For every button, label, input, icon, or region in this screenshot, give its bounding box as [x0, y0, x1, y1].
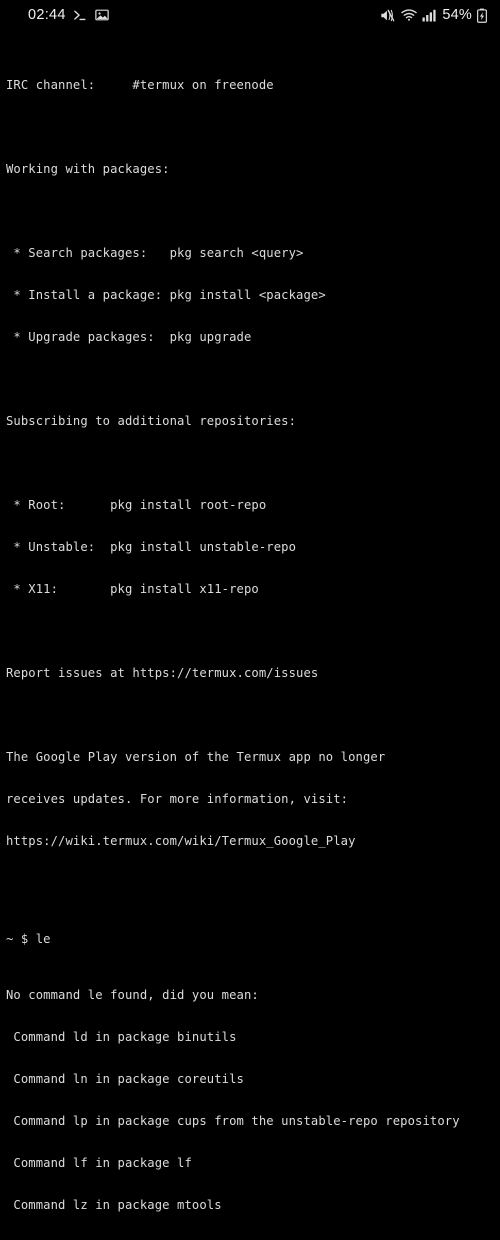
- motd-package-install: * Install a package: pkg install <packag…: [6, 288, 326, 302]
- motd-irc-line: IRC channel: #termux on freenode: [6, 78, 274, 92]
- status-bar-clock: 02:44: [28, 7, 66, 23]
- status-bar-left-group: 02:44: [8, 7, 109, 23]
- le-suggestion-lz: Command lz in package mtools: [6, 1198, 222, 1212]
- motd-repo-root: * Root: pkg install root-repo: [6, 498, 267, 512]
- image-notification-icon: [95, 8, 109, 22]
- android-status-bar: 02:44 54%: [0, 0, 500, 30]
- command-le: le: [35, 932, 51, 946]
- le-suggestion-ln: Command ln in package coreutils: [6, 1072, 244, 1086]
- prompt-line-le: ~ $ le: [6, 932, 494, 946]
- status-bar-right-group: 54%: [380, 7, 492, 23]
- battery-percentage-label: 54%: [442, 7, 472, 23]
- motd-report-issues: Report issues at https://termux.com/issu…: [6, 666, 319, 680]
- termux-terminal-output[interactable]: IRC channel: #termux on freenode Working…: [0, 30, 500, 1212]
- terminal-prompt-icon: [73, 8, 88, 23]
- motd-repo-x11: * X11: pkg install x11-repo: [6, 582, 259, 596]
- motd-package-upgrade: * Upgrade packages: pkg upgrade: [6, 330, 252, 344]
- motd-repos-header: Subscribing to additional repositories:: [6, 414, 297, 428]
- motd-repo-unstable: * Unstable: pkg install unstable-repo: [6, 540, 297, 554]
- motd-packages-header: Working with packages:: [6, 162, 170, 176]
- wifi-icon: [401, 8, 418, 22]
- motd-play-notice-1: The Google Play version of the Termux ap…: [6, 750, 386, 764]
- volume-muted-icon: [380, 8, 396, 23]
- shell-prompt: ~ $: [6, 932, 36, 946]
- motd-package-search: * Search packages: pkg search <query>: [6, 246, 304, 260]
- le-suggestion-lf: Command lf in package lf: [6, 1156, 192, 1170]
- le-error-header: No command le found, did you mean:: [6, 988, 259, 1002]
- battery-charging-icon: [477, 8, 487, 23]
- motd-play-notice-2: receives updates. For more information, …: [6, 792, 349, 806]
- cellular-signal-icon: [422, 9, 436, 22]
- le-suggestion-ld: Command ld in package binutils: [6, 1030, 237, 1044]
- le-suggestion-lp: Command lp in package cups from the unst…: [6, 1114, 460, 1128]
- motd-play-notice-3: https://wiki.termux.com/wiki/Termux_Goog…: [6, 834, 356, 848]
